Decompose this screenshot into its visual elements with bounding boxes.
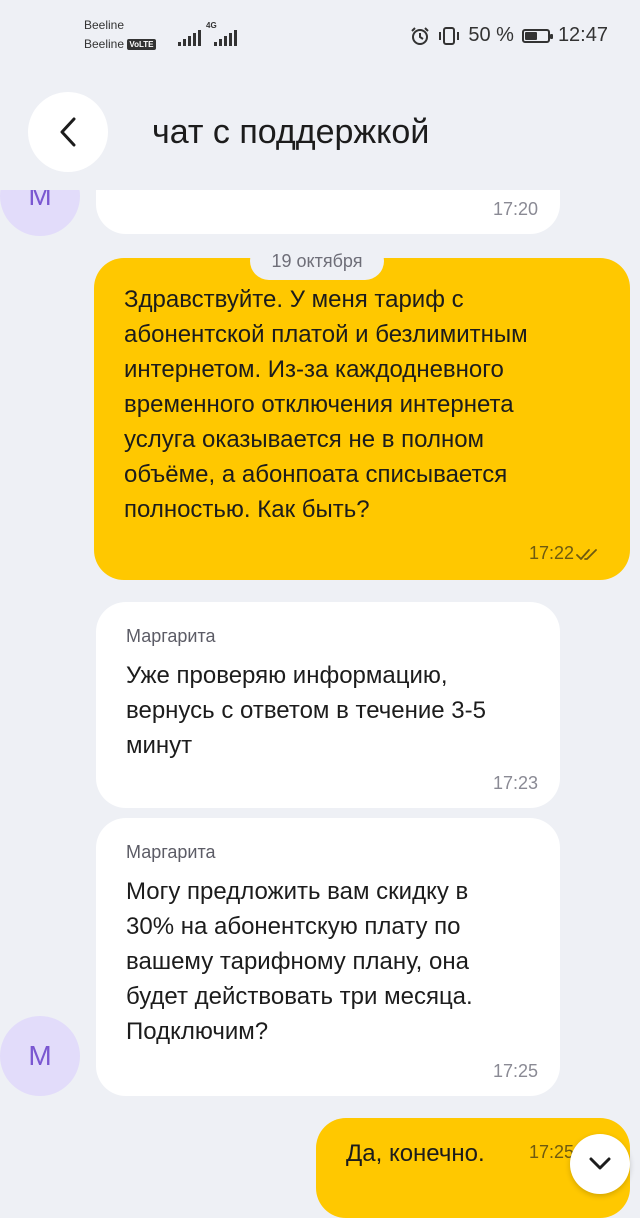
sender-name: Маргарита: [126, 626, 216, 646]
message-text: Да, конечно.: [346, 1140, 485, 1167]
message-text: Могу предложить вам скидку в 30% на абон…: [126, 878, 473, 1045]
vibrate-icon: [439, 26, 460, 45]
chevron-down-icon: [589, 1157, 611, 1170]
battery-percent: 50 %: [468, 24, 514, 46]
message-time: 17:25: [492, 1061, 538, 1081]
chevron-left-icon: [60, 117, 76, 147]
message-bubble-outgoing[interactable]: Здравствуйте. У меня тариф с абонентской…: [94, 258, 630, 580]
status-bar: Beeline Beeline VoLTE 4G 50 % 12:47: [0, 0, 640, 72]
message-bubble-incoming[interactable]: Маргарита Уже проверяю информацию, верну…: [96, 602, 560, 808]
volte-badge: VoLTE: [127, 39, 156, 51]
avatar: М: [0, 1016, 80, 1096]
date-separator: 19 октября: [250, 242, 384, 280]
back-button[interactable]: [28, 92, 108, 172]
alarm-icon: [411, 26, 430, 45]
message-text: Уже проверяю информацию, вернусь с ответ…: [126, 662, 486, 759]
carrier-name-1: Beeline: [84, 18, 125, 32]
read-checkmarks-icon: [576, 549, 597, 560]
message-bubble-incoming[interactable]: Маргарита Могу предложить вам скидку в 3…: [96, 818, 560, 1096]
message-time: 17:22: [528, 543, 574, 563]
page-title: чат с поддержкой: [152, 113, 430, 151]
app-header: чат с поддержкой: [0, 72, 640, 190]
sender-name: Маргарита: [126, 842, 216, 862]
battery-icon: [521, 28, 553, 43]
clock: 12:47: [557, 24, 608, 46]
carrier-info: Beeline Beeline VoLTE: [84, 16, 156, 54]
message-time: 17:20: [492, 199, 538, 219]
status-right: 50 % 12:47: [410, 24, 608, 47]
battery-level: [524, 31, 537, 40]
message-time: 17:23: [492, 773, 538, 793]
network-type-label: 4G: [206, 21, 217, 30]
carrier-name-2: Beeline VoLTE: [84, 37, 156, 51]
message-text: Здравствуйте. У меня тариф с абонентской…: [124, 286, 528, 523]
scroll-to-bottom-button[interactable]: [570, 1134, 630, 1194]
message-time: 17:25: [528, 1142, 574, 1162]
